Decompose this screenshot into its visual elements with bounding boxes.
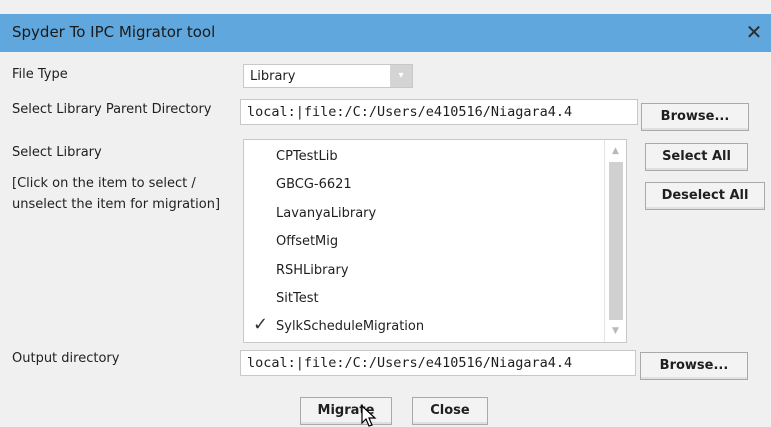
migrator-dialog: Spyder To IPC Migrator tool ✕ File Type … <box>0 0 771 427</box>
parent-directory-label: Select Library Parent Directory <box>12 102 212 117</box>
file-type-label: File Type <box>12 67 68 82</box>
output-directory-label: Output directory <box>12 351 120 366</box>
title-bar[interactable]: Spyder To IPC Migrator tool ✕ <box>0 14 771 52</box>
button-bar: Migrate Close <box>0 392 771 427</box>
list-item[interactable]: OffsetMig <box>276 234 338 249</box>
list-item[interactable]: GBCG-6621 <box>276 177 352 192</box>
parent-directory-value: local:|file:/C:/Users/e410516/Niagara4.4 <box>247 104 573 120</box>
window-title: Spyder To IPC Migrator tool <box>12 23 216 41</box>
mouse-pointer-icon <box>361 405 377 427</box>
select-library-hint-line2: unselect the item for migration] <box>12 197 221 212</box>
close-button[interactable]: Close <box>412 397 488 425</box>
migrate-button[interactable]: Migrate <box>300 397 392 425</box>
chevron-down-icon[interactable]: ▾ <box>390 65 412 87</box>
scroll-down-icon[interactable]: ▼ <box>605 322 626 340</box>
output-directory-value: local:|file:/C:/Users/e410516/Niagara4.4 <box>247 355 573 371</box>
browse-parent-button[interactable]: Browse... <box>641 103 749 131</box>
checkmark-icon: ✓ <box>253 314 269 335</box>
file-type-dropdown[interactable]: Library ▾ <box>243 64 413 88</box>
library-list[interactable]: CPTestLib GBCG-6621 LavanyaLibrary Offse… <box>243 139 627 343</box>
scroll-up-icon[interactable]: ▲ <box>605 142 626 160</box>
select-all-button[interactable]: Select All <box>645 143 748 171</box>
close-icon[interactable]: ✕ <box>743 20 765 44</box>
parent-directory-field[interactable]: local:|file:/C:/Users/e410516/Niagara4.4 <box>240 99 638 125</box>
scrollbar-thumb[interactable] <box>609 162 623 320</box>
select-library-label: Select Library <box>12 145 102 160</box>
list-item[interactable]: SitTest <box>276 291 319 306</box>
list-item[interactable]: CPTestLib <box>276 149 338 164</box>
list-item[interactable]: RSHLibrary <box>276 263 349 278</box>
list-scrollbar[interactable]: ▲ ▼ <box>604 140 626 342</box>
list-item-checked[interactable]: SylkScheduleMigration <box>276 319 424 334</box>
list-item[interactable]: LavanyaLibrary <box>276 206 376 221</box>
select-library-hint-line1: [Click on the item to select / <box>12 176 196 191</box>
deselect-all-button[interactable]: Deselect All <box>645 182 765 210</box>
file-type-value: Library <box>250 69 296 84</box>
output-directory-field[interactable]: local:|file:/C:/Users/e410516/Niagara4.4 <box>240 350 636 376</box>
browse-output-button[interactable]: Browse... <box>640 352 748 380</box>
